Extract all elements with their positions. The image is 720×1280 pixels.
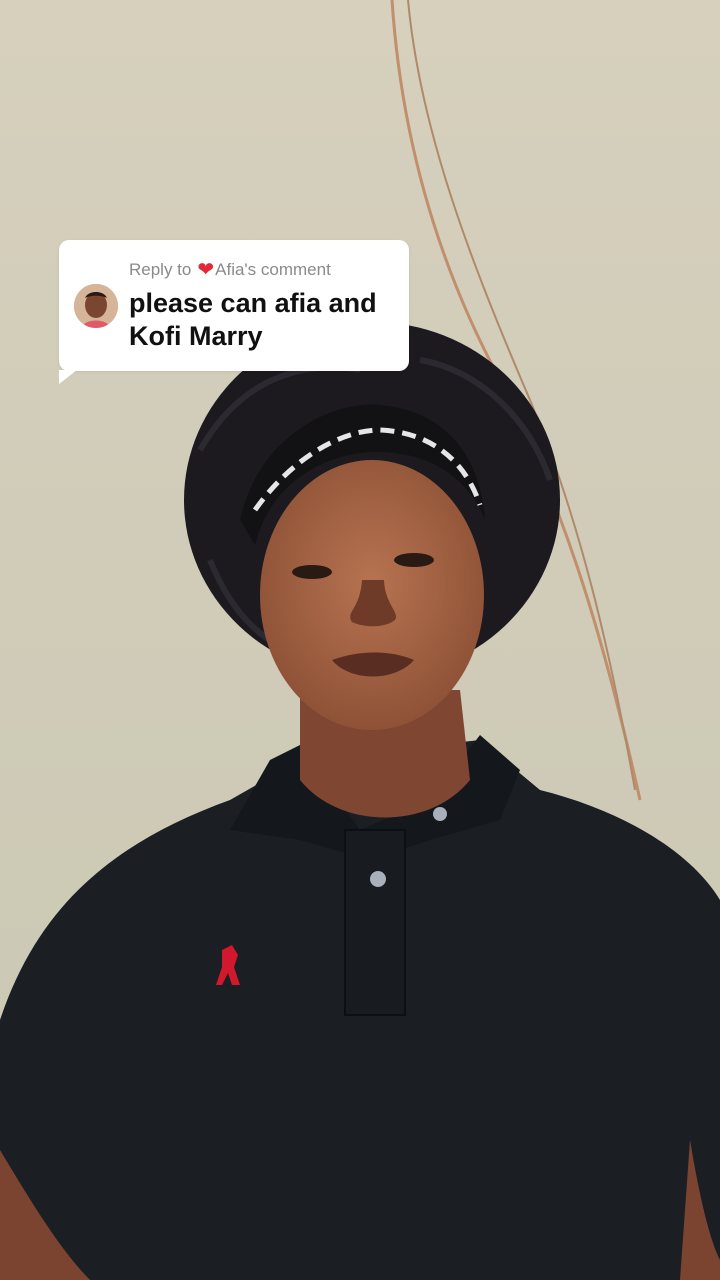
shirt-button (370, 871, 386, 887)
reply-comment-card[interactable]: Reply to ❤ Afia's comment please can afi… (59, 240, 409, 384)
right-eye (394, 553, 434, 567)
shirt-placket (344, 829, 406, 1016)
reply-prefix: Reply to (129, 260, 192, 279)
left-eye (292, 565, 332, 579)
reply-header: Reply to ❤ Afia's comment (129, 260, 331, 280)
comment-text: please can afia and Kofi Marry (129, 288, 377, 351)
bubble-tail (59, 370, 77, 384)
avatar-image (74, 284, 118, 328)
shirt-button (433, 807, 447, 821)
commenter-avatar[interactable] (74, 284, 118, 328)
heart-icon: ❤ (197, 259, 215, 281)
video-frame[interactable] (0, 0, 720, 1280)
commenter-name: Afia's comment (215, 260, 331, 279)
